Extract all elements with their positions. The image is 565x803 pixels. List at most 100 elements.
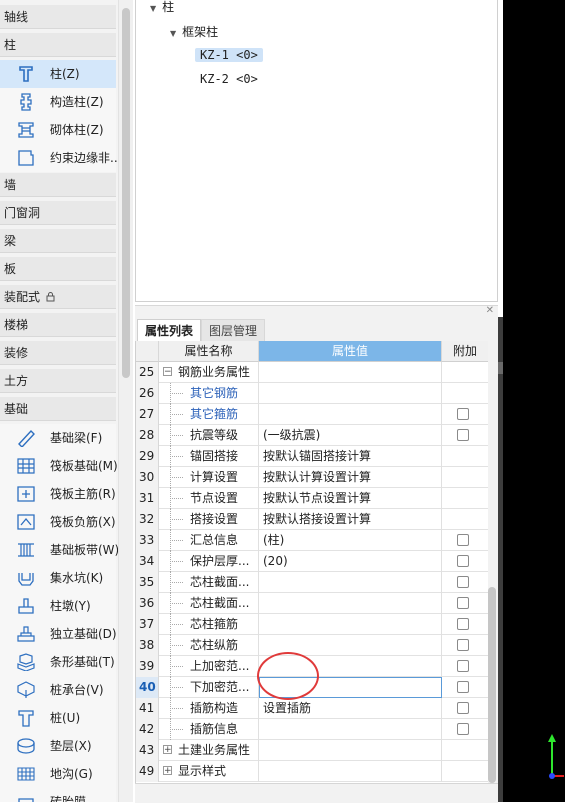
property-row[interactable]: 49 + 显示样式: [136, 761, 489, 782]
additional-checkbox[interactable]: [457, 597, 469, 609]
property-value[interactable]: [259, 404, 442, 425]
property-group-name[interactable]: + 土建业务属性: [159, 740, 259, 761]
property-value[interactable]: 按默认计算设置计算: [259, 467, 442, 488]
additional-checkbox[interactable]: [457, 555, 469, 567]
nav-item-strip-foundation[interactable]: 条形基础(T): [0, 648, 116, 676]
property-row[interactable]: 35 芯柱截面...: [136, 572, 489, 593]
tree-leaf-kz2[interactable]: KZ-2 <0>: [195, 69, 263, 89]
property-row[interactable]: 30 计算设置 按默认计算设置计算: [136, 467, 489, 488]
property-value[interactable]: [259, 761, 442, 782]
property-value[interactable]: [259, 572, 442, 593]
nav-item-sump-pit[interactable]: 集水坑(K): [0, 564, 116, 592]
row-number[interactable]: 39: [136, 656, 159, 677]
property-row[interactable]: 33 汇总信息 (柱): [136, 530, 489, 551]
nav-item-raft-foundation[interactable]: 筏板基础(M): [0, 452, 118, 480]
grid-header-name[interactable]: 属性名称: [159, 341, 259, 362]
row-number[interactable]: 37: [136, 614, 159, 635]
row-number[interactable]: 36: [136, 593, 159, 614]
property-row[interactable]: 31 节点设置 按默认节点设置计算: [136, 488, 489, 509]
nav-category-earthwork[interactable]: 土方: [0, 369, 116, 393]
nav-item-raft-main-rebar[interactable]: 筏板主筋(R): [0, 480, 116, 508]
drawing-viewport[interactable]: [503, 0, 565, 802]
row-number[interactable]: 26: [136, 383, 159, 404]
property-name[interactable]: 下加密范...: [159, 677, 259, 698]
property-row[interactable]: 38 芯柱纵筋: [136, 635, 489, 656]
property-row[interactable]: 25− 钢筋业务属性: [136, 362, 489, 383]
nav-item-foundation-beam[interactable]: 基础梁(F): [0, 424, 116, 452]
row-number[interactable]: 25: [136, 362, 159, 383]
row-number[interactable]: 31: [136, 488, 159, 509]
property-value[interactable]: 按默认搭接设置计算: [259, 509, 442, 530]
property-name[interactable]: 芯柱截面...: [159, 593, 259, 614]
row-number[interactable]: 43: [136, 740, 159, 761]
nav-item-cushion[interactable]: 垫层(X): [0, 732, 116, 760]
property-value[interactable]: 设置插筋: [259, 698, 442, 719]
row-number[interactable]: 35: [136, 572, 159, 593]
additional-checkbox[interactable]: [457, 702, 469, 714]
expand-icon[interactable]: +: [163, 745, 172, 755]
nav-item-pile-cap[interactable]: 桩承台(V): [0, 676, 116, 704]
row-number[interactable]: 33: [136, 530, 159, 551]
property-name[interactable]: 芯柱箍筋: [159, 614, 259, 635]
property-row[interactable]: 37 芯柱箍筋: [136, 614, 489, 635]
nav-item-constraint-edge[interactable]: 约束边缘非...: [0, 144, 118, 172]
property-row[interactable]: 27 其它箍筋: [136, 404, 489, 425]
nav-category-column[interactable]: 柱: [0, 33, 116, 57]
expand-icon[interactable]: +: [163, 766, 172, 776]
navigation-scrollbar[interactable]: [118, 0, 133, 802]
nav-item-isolated-foundation[interactable]: 独立基础(D): [0, 620, 117, 648]
property-row[interactable]: 28 抗震等级 (一级抗震): [136, 425, 489, 446]
property-name[interactable]: 插筋信息: [159, 719, 259, 740]
nav-item-pile[interactable]: 桩(U): [0, 704, 116, 732]
additional-checkbox[interactable]: [457, 723, 469, 735]
collapse-arrow-icon[interactable]: ▼: [150, 4, 156, 13]
property-value[interactable]: (20): [259, 551, 442, 572]
nav-category-foundation[interactable]: 基础: [0, 397, 116, 421]
row-number[interactable]: 30: [136, 467, 159, 488]
additional-checkbox[interactable]: [457, 639, 469, 651]
row-number[interactable]: 40: [136, 677, 159, 698]
property-name[interactable]: 锚固搭接: [159, 446, 259, 467]
nav-category-prefab[interactable]: 装配式: [0, 285, 116, 309]
property-row[interactable]: 26 其它钢筋: [136, 383, 489, 404]
additional-checkbox[interactable]: [457, 618, 469, 630]
property-name[interactable]: 其它钢筋: [159, 383, 259, 404]
additional-checkbox[interactable]: [457, 681, 469, 693]
nav-item-brick-form[interactable]: 砖胎膜: [0, 788, 116, 802]
nav-item-masonry-column[interactable]: 砌体柱(Z): [0, 116, 116, 144]
nav-item-trench[interactable]: 地沟(G): [0, 760, 116, 788]
additional-checkbox[interactable]: [457, 429, 469, 441]
row-number[interactable]: 27: [136, 404, 159, 425]
property-value[interactable]: [259, 593, 442, 614]
scrollbar-thumb[interactable]: [488, 587, 496, 783]
collapse-arrow-icon[interactable]: ▼: [170, 29, 176, 38]
property-value[interactable]: 按默认节点设置计算: [259, 488, 442, 509]
close-icon[interactable]: ✕: [486, 305, 494, 316]
row-number[interactable]: 28: [136, 425, 159, 446]
property-value[interactable]: [259, 719, 442, 740]
property-value[interactable]: [259, 614, 442, 635]
tree-node-frame-column[interactable]: ▼ 框架柱: [170, 22, 218, 42]
property-row[interactable]: 36 芯柱截面...: [136, 593, 489, 614]
property-row[interactable]: 42 插筋信息: [136, 719, 489, 740]
property-name[interactable]: 节点设置: [159, 488, 259, 509]
nav-category-beam[interactable]: 梁: [0, 229, 116, 253]
property-value[interactable]: (一级抗震): [259, 425, 442, 446]
property-row[interactable]: 34 保护层厚... (20): [136, 551, 489, 572]
nav-category-decoration[interactable]: 装修: [0, 341, 116, 365]
nav-item-raft-negative-rebar[interactable]: 筏板负筋(X): [0, 508, 116, 536]
property-group-name[interactable]: − 钢筋业务属性: [159, 362, 259, 383]
nav-item-column[interactable]: 柱(Z): [0, 60, 116, 88]
tree-node-column[interactable]: ▼ 柱: [150, 0, 174, 17]
row-number[interactable]: 42: [136, 719, 159, 740]
additional-checkbox[interactable]: [457, 534, 469, 546]
grid-scrollbar[interactable]: [488, 341, 498, 783]
additional-checkbox[interactable]: [457, 576, 469, 588]
additional-checkbox[interactable]: [457, 408, 469, 420]
nav-category-stair[interactable]: 楼梯: [0, 313, 116, 337]
property-value[interactable]: (柱): [259, 530, 442, 551]
scrollbar-thumb[interactable]: [122, 8, 130, 378]
property-name[interactable]: 汇总信息: [159, 530, 259, 551]
collapse-icon[interactable]: −: [163, 367, 172, 377]
property-name[interactable]: 其它箍筋: [159, 404, 259, 425]
